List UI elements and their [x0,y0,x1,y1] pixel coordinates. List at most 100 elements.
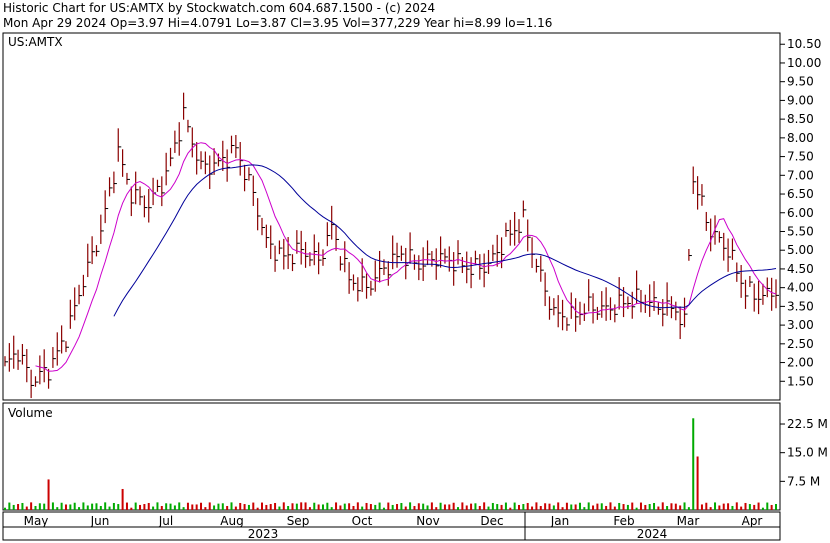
price-tick-label: 2.50 [787,337,814,351]
volume-bar [744,502,747,510]
volume-bar [252,502,255,510]
volume-bar [761,507,764,510]
volume-bar [557,502,560,510]
month-label: Oct [352,514,373,528]
volume-bar [191,504,194,510]
volume-bar [43,503,46,510]
volume-bar [34,505,37,510]
volume-bar [317,504,320,510]
volume-bar [574,504,577,510]
volume-bar [687,507,690,510]
month-label: Feb [613,514,634,528]
volume-bar [448,504,451,510]
price-tick-label: 8.00 [787,131,814,145]
symbol-label: US:AMTX [8,35,63,49]
volume-bar [544,503,547,510]
volume-bar [509,507,512,510]
volume-bar [108,506,111,510]
volume-bar [700,504,703,510]
volume-bar [413,506,416,510]
volume-tick-label: 7.5 M [787,474,820,488]
volume-bar [500,504,503,510]
price-tick-label: 6.50 [787,187,814,201]
price-tick-label: 9.00 [787,93,814,107]
volume-bar [513,502,516,510]
volume-bar [570,504,573,510]
volume-bar [587,502,590,510]
volume-bar [613,506,616,510]
volume-bar [605,505,608,510]
price-tick-label: 1.50 [787,374,814,388]
volume-bar [25,506,28,510]
volume-bar [539,506,542,510]
volume-bar [160,506,163,510]
volume-bar [648,504,651,510]
volume-bar [531,506,534,510]
volume-bar [696,456,699,510]
volume-bar [552,505,555,510]
volume-bar [631,502,634,510]
volume-bar [657,506,660,510]
volume-bar [173,505,176,510]
volume-bar [361,506,364,510]
volume-bar [439,502,442,510]
price-tick-label: 9.50 [787,75,814,89]
volume-bar [535,502,538,510]
volume-bar [178,502,181,510]
volume-bar [709,507,712,510]
volume-bar [156,502,159,510]
volume-bar [17,504,20,510]
price-tick-label: 4.50 [787,262,814,276]
volume-bar [313,502,316,510]
volume-bar [430,502,433,510]
volume-bar [705,502,708,510]
volume-bar [387,502,390,510]
volume-bar [504,502,507,510]
volume-panel [2,402,781,511]
volume-bar [714,502,717,510]
volume-bar [147,502,150,510]
volume-bar [304,502,307,510]
volume-bar [618,502,621,510]
volume-bar [56,507,59,510]
volume-bar [130,507,133,510]
volume-bar [64,504,67,510]
volume-bar [86,505,89,510]
volume-bar [274,502,277,510]
volume-bar [548,503,551,510]
volume-bar [578,502,581,510]
volume-bar [121,488,124,510]
volume-bar [330,507,333,510]
month-label: Nov [416,514,439,528]
volume-bar [609,502,612,510]
volume-bar [300,502,303,510]
volume-bar [247,504,250,510]
volume-bar [134,502,137,510]
volume-bar [396,504,399,510]
volume-bar [95,503,98,510]
volume-bar [422,503,425,510]
price-panel [2,32,781,401]
volume-bar [204,507,207,510]
volume-bar [104,502,107,510]
month-label: Jun [90,514,110,528]
price-tick-label: 7.00 [787,168,814,182]
volume-bar [465,505,468,510]
volume-bar [770,504,773,510]
volume-bar [169,503,172,510]
price-tick-label: 3.00 [787,318,814,332]
volume-bar [727,503,730,510]
volume-bar [622,504,625,510]
volume-bar [757,502,760,510]
volume-bar [261,502,263,510]
volume-bar [82,502,85,510]
volume-bar [208,502,211,510]
price-tick-label: 3.50 [787,299,814,313]
volume-bar [234,506,237,510]
volume-bar [483,502,486,510]
volume-bar [8,502,11,510]
price-tick-label: 8.50 [787,112,814,126]
month-label: Jan [550,514,570,528]
volume-bar [335,502,338,510]
volume-bar [51,502,54,510]
